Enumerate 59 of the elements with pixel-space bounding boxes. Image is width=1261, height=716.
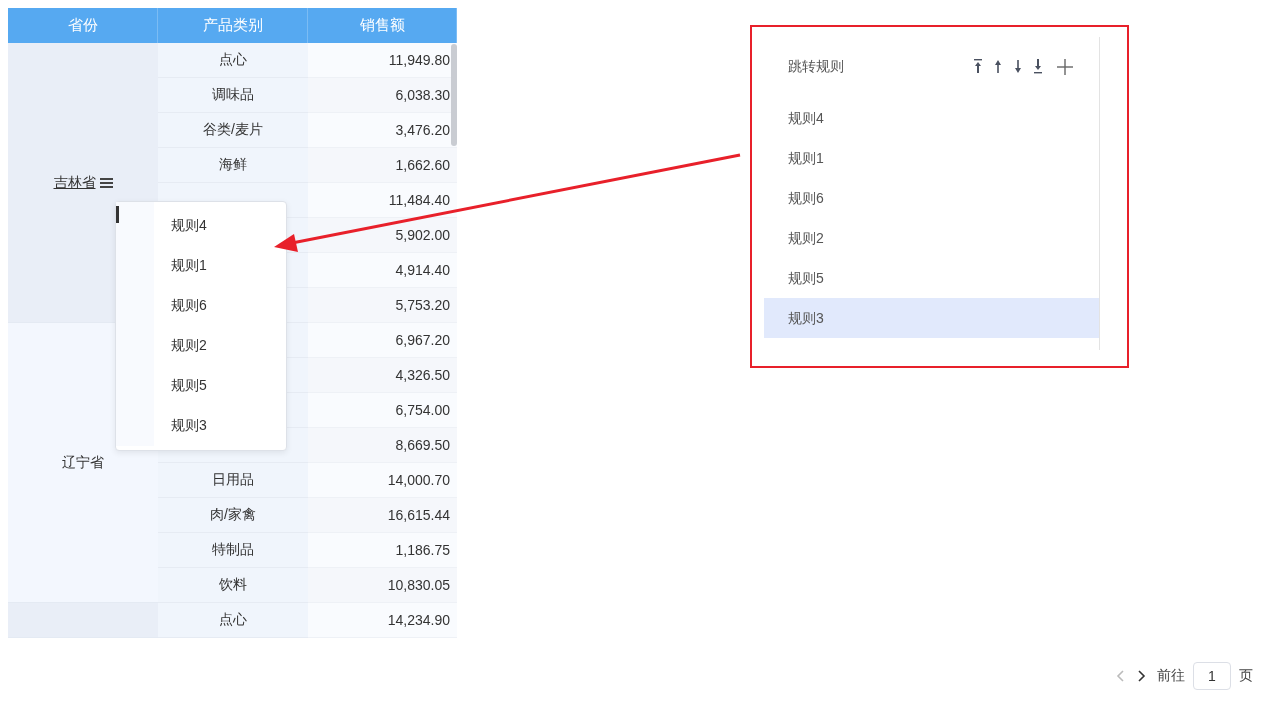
table-cell: 11,949.80 bbox=[308, 43, 457, 78]
add-icon bbox=[1057, 58, 1073, 75]
table-cell: 4,914.40 bbox=[308, 253, 457, 288]
rule-item[interactable]: 规则3 bbox=[764, 298, 1099, 338]
menu-icon[interactable] bbox=[99, 176, 113, 189]
scrollbar[interactable] bbox=[451, 44, 457, 146]
table-cell: 11,484.40 bbox=[308, 183, 457, 218]
table-cell: 4,326.50 bbox=[308, 358, 457, 393]
table-cell: 谷类/麦片 bbox=[158, 113, 308, 148]
move-bottom-icon bbox=[1033, 59, 1043, 74]
table-cell: 14,000.70 bbox=[308, 463, 457, 498]
table-cell: 10,830.05 bbox=[308, 568, 457, 603]
panel-title: 跳转规则 bbox=[788, 57, 844, 76]
table-cell: 6,967.20 bbox=[308, 323, 457, 358]
table-cell: 肉/家禽 bbox=[158, 498, 308, 533]
table-cell: 5,902.00 bbox=[308, 218, 457, 253]
table-cell: 特制品 bbox=[158, 533, 308, 568]
menu-item[interactable]: 规则5 bbox=[154, 365, 271, 405]
rule-item[interactable]: 规则4 bbox=[764, 98, 1099, 138]
chevron-left-icon bbox=[1116, 670, 1124, 682]
menu-item[interactable]: 规则2 bbox=[154, 325, 271, 365]
table-cell: 3,476.20 bbox=[308, 113, 457, 148]
table-cell: 14,234.90 bbox=[308, 603, 457, 638]
page-input[interactable]: 1 bbox=[1193, 662, 1231, 690]
add-button[interactable] bbox=[1055, 58, 1075, 75]
table-cell: 1,662.60 bbox=[308, 148, 457, 183]
table-cell: 饮料 bbox=[158, 568, 308, 603]
column-header: 省份 bbox=[8, 8, 158, 43]
table-cell: 1,186.75 bbox=[308, 533, 457, 568]
goto-label: 前往 bbox=[1157, 667, 1185, 685]
table-cell: 6,754.00 bbox=[308, 393, 457, 428]
province-label: 辽宁省 bbox=[62, 453, 104, 472]
move-button[interactable] bbox=[1031, 59, 1045, 74]
menu-item[interactable]: 规则6 bbox=[154, 285, 271, 325]
table-cell: 海鲜 bbox=[158, 148, 308, 183]
chevron-right-icon bbox=[1138, 670, 1146, 682]
column-header: 产品类别 bbox=[158, 8, 308, 43]
column-header: 销售额 bbox=[308, 8, 457, 43]
menu-item[interactable]: 规则3 bbox=[154, 405, 271, 445]
rule-item[interactable]: 规则1 bbox=[764, 138, 1099, 178]
arrow-up-icon bbox=[993, 59, 1003, 74]
table-cell: 8,669.50 bbox=[308, 428, 457, 463]
table-cell: 16,615.44 bbox=[308, 498, 457, 533]
text-cursor bbox=[116, 206, 119, 223]
menu-item[interactable]: 规则4 bbox=[154, 205, 271, 245]
rule-item[interactable]: 规则5 bbox=[764, 258, 1099, 298]
arrow-down-icon bbox=[1013, 59, 1023, 74]
rule-item[interactable]: 规则2 bbox=[764, 218, 1099, 258]
page-suffix: 页 bbox=[1239, 667, 1253, 685]
table-cell: 点心 bbox=[158, 603, 308, 638]
move-button[interactable] bbox=[971, 59, 985, 74]
table-cell: 日用品 bbox=[158, 463, 308, 498]
menu-item[interactable]: 规则1 bbox=[154, 245, 271, 285]
table-cell: 5,753.20 bbox=[308, 288, 457, 323]
province-link[interactable]: 吉林省 bbox=[53, 173, 96, 192]
table-cell: 调味品 bbox=[158, 78, 308, 113]
move-top-icon bbox=[973, 59, 983, 74]
rule-item[interactable]: 规则6 bbox=[764, 178, 1099, 218]
table-cell: 点心 bbox=[158, 43, 308, 78]
